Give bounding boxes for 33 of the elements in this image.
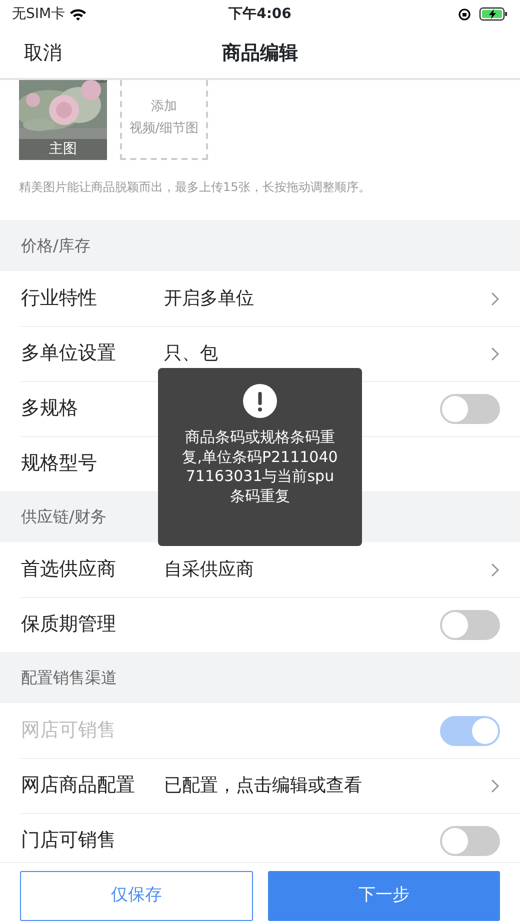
toggle-switch[interactable] <box>440 826 500 856</box>
field-value[interactable]: 开启多单位 <box>164 285 490 312</box>
field-label: 网店可销售 <box>21 718 117 744</box>
carrier-text: 无SIM卡 <box>12 4 66 24</box>
field-label: 网店商品配置 <box>21 773 136 798</box>
next-button[interactable]: 下一步 <box>268 871 500 921</box>
field-value[interactable]: 只、包 <box>164 340 490 367</box>
toggle-switch[interactable] <box>440 394 500 424</box>
chevron-icon[interactable] <box>490 346 500 362</box>
field-value[interactable]: 自采供应商 <box>164 556 490 583</box>
alert-icon <box>243 384 277 418</box>
photo-hint: 精美图片能让商品脱颖而出，最多上传15张，长按拖动调整顺序。 <box>19 179 372 196</box>
page-title: 商品编辑 <box>222 40 298 66</box>
chevron-icon[interactable] <box>490 290 500 306</box>
wifi-icon <box>69 8 88 20</box>
field-label: 多单位设置 <box>21 341 117 366</box>
rotation-lock-icon <box>458 8 471 20</box>
field-value[interactable]: 已配置，点击编辑或查看 <box>164 772 490 799</box>
field-label: 规格型号 <box>21 451 98 476</box>
field-label: 保质期管理 <box>21 612 117 638</box>
field-label: 多规格 <box>21 396 79 422</box>
battery-charging-icon <box>479 7 508 21</box>
field-label: 行业特性 <box>21 286 98 312</box>
section-header: 配置销售渠道 <box>0 652 520 703</box>
field-label: 门店可销售 <box>21 828 117 854</box>
time-text: 下午4:06 <box>228 4 292 24</box>
toggle-switch[interactable] <box>440 610 500 640</box>
field-label: 首选供应商 <box>21 557 117 582</box>
cancel-button[interactable]: 取消 <box>24 38 62 68</box>
chevron-icon[interactable] <box>490 562 500 578</box>
chevron-icon[interactable] <box>490 778 500 794</box>
main-image-label: 主图 <box>19 139 107 160</box>
section-header: 价格/库存 <box>0 220 520 271</box>
